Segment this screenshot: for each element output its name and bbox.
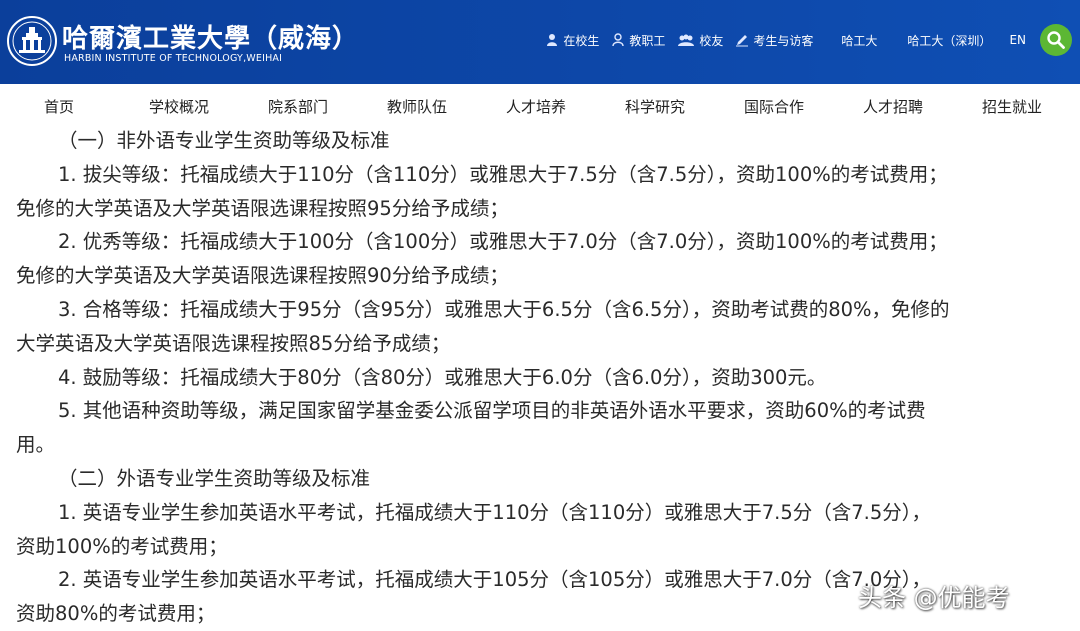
nav-item-home[interactable]: 首页	[44, 96, 74, 117]
english-link[interactable]: EN	[1009, 33, 1026, 47]
visitors-link[interactable]: 考生与访客	[735, 32, 813, 49]
staff-label: 教职工	[629, 33, 666, 48]
article-content: （一）非外语专业学生资助等级及标准 1. 拔尖等级：托福成绩大于110分（含11…	[16, 124, 1064, 631]
paragraph-line: 免修的大学英语及大学英语限选课程按照90分给予成绩；	[16, 264, 509, 288]
section-heading-2: （二）外语专业学生资助等级及标准	[58, 466, 371, 490]
paragraph-line: 3. 合格等级：托福成绩大于95分（含95分）或雅思大于6.5分（含6.5分），…	[58, 297, 950, 321]
hit-shenzhen-label: 哈工大（深圳）	[907, 33, 992, 48]
nav-item-recruitment[interactable]: 人才招聘	[863, 96, 923, 117]
student-icon	[547, 34, 558, 46]
hit-link[interactable]: 哈工大	[841, 32, 877, 49]
nav-item-about[interactable]: 学校概况	[149, 96, 209, 117]
section-heading-1: （一）非外语专业学生资助等级及标准	[58, 129, 390, 152]
paragraph-line: 4. 鼓励等级：托福成绩大于80分（含80分）或雅思大于6.0分（含6.0分），…	[58, 365, 827, 389]
students-link[interactable]: 在校生	[545, 32, 599, 49]
visitors-label: 考生与访客	[753, 33, 814, 48]
paragraph-line: 5. 其他语种资助等级，满足国家留学基金委公派留学项目的非英语外语水平要求，资助…	[58, 399, 926, 423]
paragraph-line: 免修的大学英语及大学英语限选课程按照95分给予成绩；	[16, 196, 509, 220]
alumni-icon	[678, 34, 695, 46]
students-label: 在校生	[563, 33, 600, 48]
staff-icon	[612, 33, 625, 47]
search-button[interactable]	[1040, 24, 1072, 56]
paragraph-line: 1. 拔尖等级：托福成绩大于110分（含110分）或雅思大于7.5分（含7.5分…	[58, 162, 948, 186]
site-header: 哈爾濱工業大學（威海） HARBIN INSTITUTE OF TECHNOLO…	[0, 0, 1080, 84]
paragraph-line: 大学英语及大学英语限选课程按照85分给予成绩；	[16, 331, 451, 355]
pen-icon	[736, 35, 749, 47]
nav-item-research[interactable]: 科学研究	[625, 96, 685, 117]
school-name-cn[interactable]: 哈爾濱工業大學（威海）	[62, 18, 359, 55]
paragraph-line: 2. 优秀等级：托福成绩大于100分（含100分）或雅思大于7.0分（含7.0分…	[58, 230, 948, 254]
hit-label: 哈工大	[841, 33, 878, 48]
staff-link[interactable]: 教职工	[611, 32, 665, 49]
nav-item-international[interactable]: 国际合作	[744, 96, 804, 117]
alumni-label: 校友	[699, 33, 724, 48]
nav-item-education[interactable]: 人才培养	[506, 96, 566, 117]
nav-item-departments[interactable]: 院系部门	[268, 96, 328, 117]
nav-item-admissions[interactable]: 招生就业	[982, 96, 1042, 117]
paragraph-line: 1. 英语专业学生参加英语水平考试，托福成绩大于110分（含110分）或雅思大于…	[58, 500, 932, 524]
paragraph-line: 用。	[16, 433, 56, 457]
hit-shenzhen-link[interactable]: 哈工大（深圳）	[907, 32, 991, 49]
university-logo-icon[interactable]	[6, 15, 58, 67]
top-links: 在校生 教职工 校友 考生与访客 哈工大 哈工大（深圳） EN	[545, 22, 1072, 58]
nav-item-faculty[interactable]: 教师队伍	[387, 96, 447, 117]
alumni-link[interactable]: 校友	[677, 32, 723, 49]
school-name-en: HARBIN INSTITUTE OF TECHNOLOGY,WEIHAI	[64, 53, 283, 64]
english-label: EN	[1009, 33, 1026, 47]
search-icon	[1047, 31, 1065, 49]
main-nav: 首页 学校概况 院系部门 教师队伍 人才培养 科学研究 国际合作 人才招聘 招生…	[0, 84, 1080, 126]
paragraph-line: 资助100%的考试费用；	[16, 534, 228, 558]
watermark: 头条 @优能考	[858, 584, 1010, 612]
